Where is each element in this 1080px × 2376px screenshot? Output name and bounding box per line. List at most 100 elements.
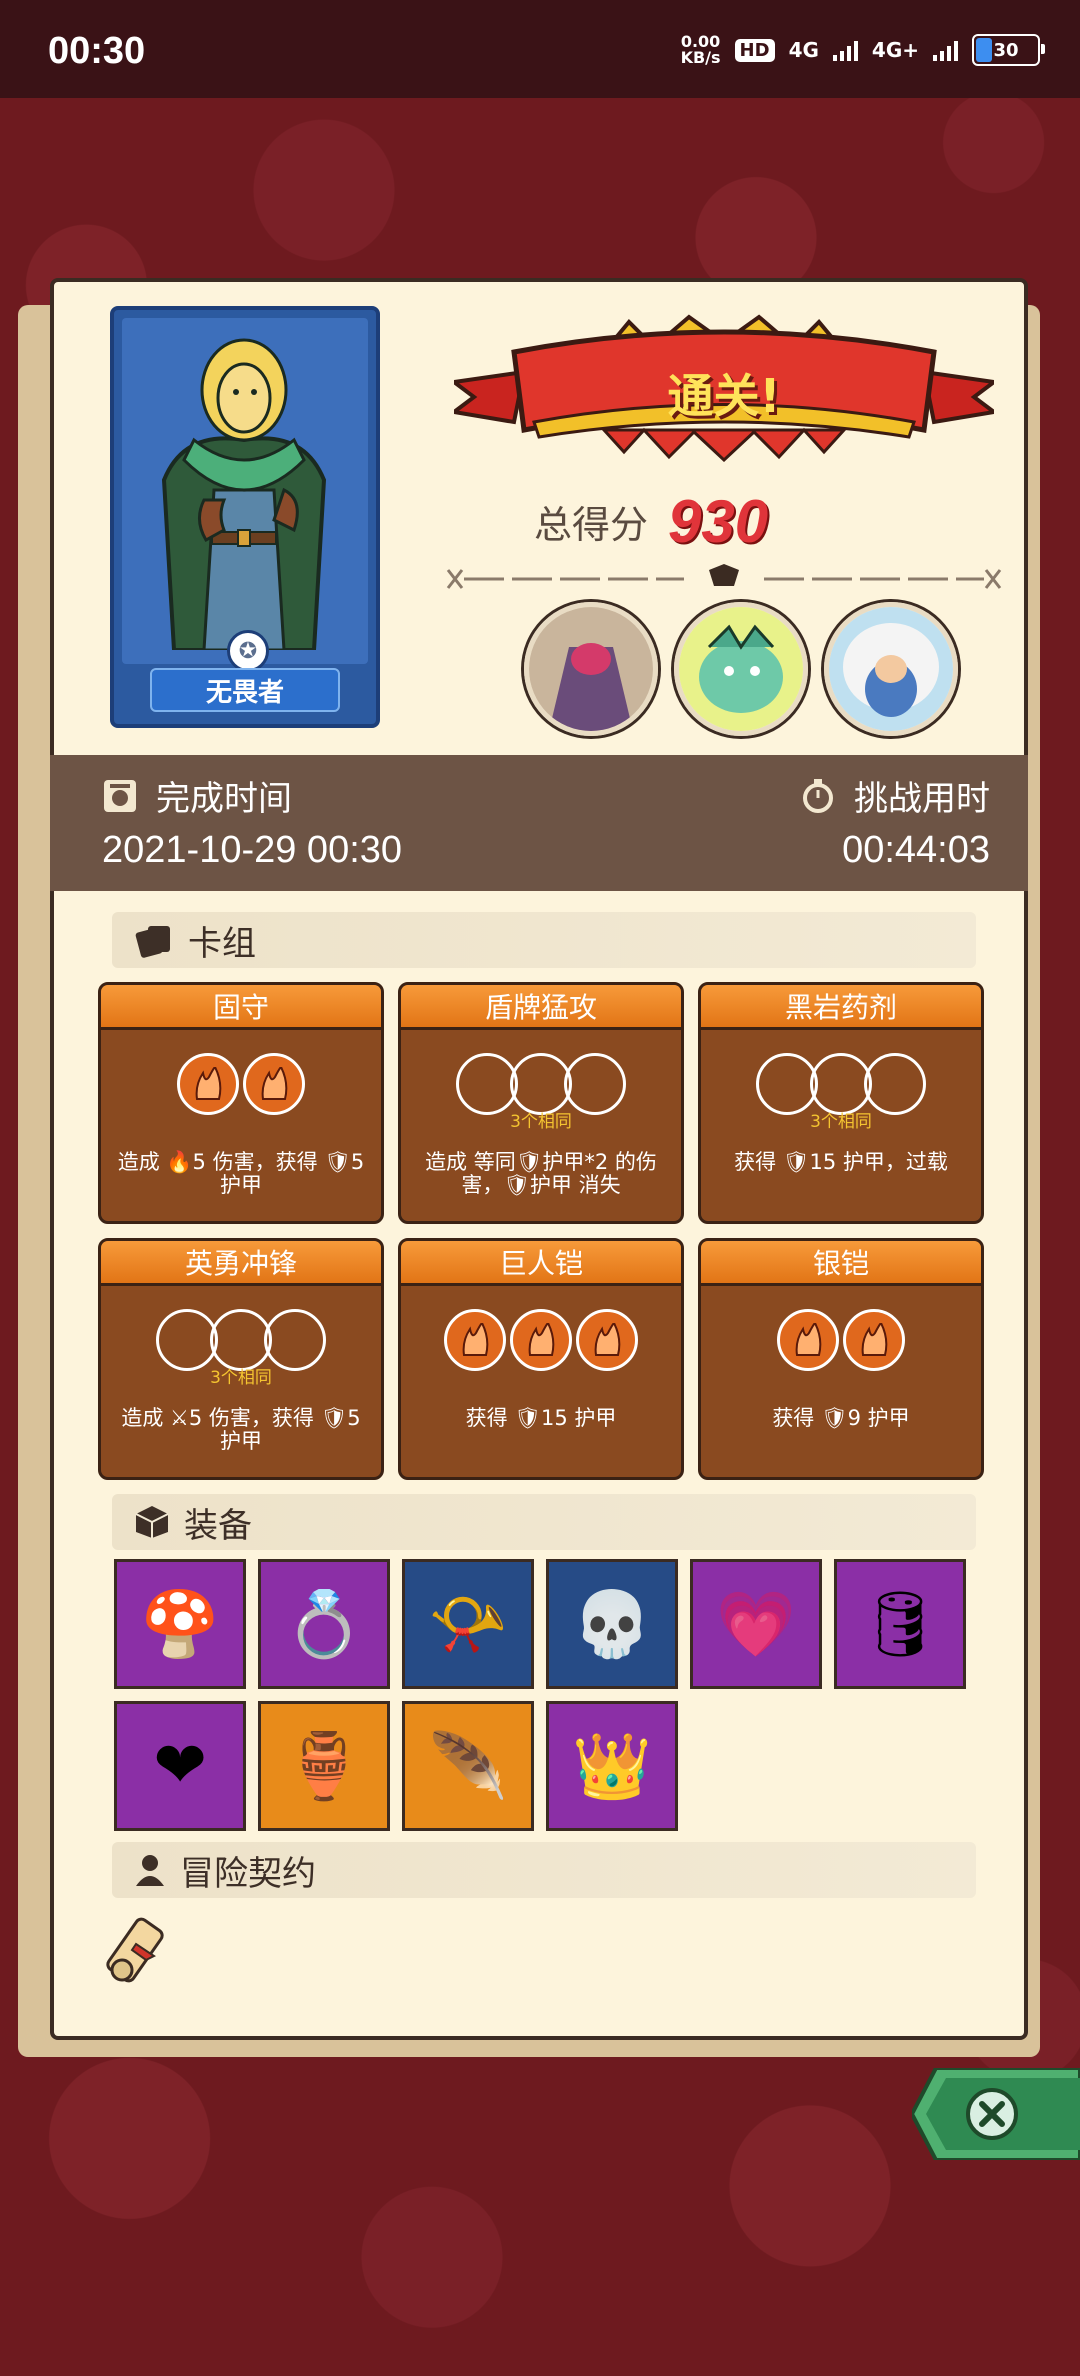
deck-section-title: 卡组 bbox=[188, 923, 256, 964]
card-dice-slots bbox=[401, 1053, 681, 1115]
deck-card[interactable]: 盾牌猛攻 3个相同造成 等同🛡护甲*2 的伤害，🛡护甲 消失 bbox=[398, 982, 684, 1224]
hero-illustration bbox=[161, 338, 327, 650]
card-description: 获得 🛡15 护甲 bbox=[465, 1406, 617, 1430]
card-description: 获得 🛡15 护甲，过载 bbox=[734, 1150, 948, 1174]
card-description: 造成 等同🛡护甲*2 的伤害，🛡护甲 消失 bbox=[425, 1150, 657, 1197]
card-title: 黑岩药剂 bbox=[701, 985, 981, 1030]
card-dice-requirement: 3个相同 bbox=[510, 1112, 572, 1132]
flame-dice-icon bbox=[576, 1309, 638, 1371]
card-title: 盾牌猛攻 bbox=[401, 985, 681, 1030]
network-speed: 0.00 KB/s bbox=[681, 34, 721, 66]
card-description: 造成 ⚔5 伤害，获得 🛡5 护甲 bbox=[121, 1406, 361, 1453]
calendar-icon bbox=[104, 779, 136, 812]
empty-dice-slot bbox=[564, 1053, 626, 1115]
bone-horn-icon[interactable]: 📯 bbox=[402, 1559, 534, 1689]
empty-dice-slot bbox=[756, 1053, 818, 1115]
card-description: 造成 🔥5 伤害，获得 🛡5 护甲 bbox=[117, 1150, 365, 1197]
card-title: 英勇冲锋 bbox=[101, 1241, 381, 1286]
result-panel: ✪ 无畏者 通关! 总得分 930 完成时间 挑战用时 2021-10-29 0… bbox=[50, 278, 1028, 2040]
empty-dice-slot bbox=[810, 1053, 872, 1115]
score-value: 930 bbox=[668, 488, 769, 555]
vase-icon[interactable]: 🏺 bbox=[258, 1701, 390, 1831]
mushroom-icon[interactable]: 🍄 bbox=[114, 1559, 246, 1689]
empty-dice-slot bbox=[456, 1053, 518, 1115]
duration-label-row: 挑战用时 bbox=[800, 771, 990, 820]
equipment-section-title: 装备 bbox=[184, 1505, 252, 1546]
skull-helmet-icon[interactable]: 💀 bbox=[546, 1559, 678, 1689]
card-title: 银铠 bbox=[701, 1241, 981, 1286]
flame-feather-icon[interactable]: 🪶 bbox=[402, 1701, 534, 1831]
flame-dice-icon bbox=[777, 1309, 839, 1371]
boss-yeti-icon bbox=[824, 602, 958, 736]
person-icon bbox=[136, 1855, 164, 1886]
card-dice-slots bbox=[701, 1053, 981, 1115]
heart-amulet-icon[interactable]: 💗 bbox=[690, 1559, 822, 1689]
defeated-bosses bbox=[524, 602, 958, 736]
deck-section-header: 卡组 bbox=[112, 912, 976, 968]
cards-icon bbox=[135, 926, 170, 958]
card-dice-requirement: 3个相同 bbox=[810, 1112, 872, 1132]
scroll-contract-icon[interactable] bbox=[102, 1914, 174, 1994]
card-title: 固守 bbox=[101, 985, 381, 1030]
hero-portrait: ✪ 无畏者 bbox=[110, 306, 380, 728]
duration-value: 00:44:03 bbox=[842, 829, 990, 871]
victory-title: 通关! bbox=[667, 369, 781, 423]
hero-badge-icon: ✪ bbox=[227, 630, 269, 672]
card-dice-slots bbox=[701, 1309, 981, 1371]
empty-dice-slot bbox=[210, 1309, 272, 1371]
card-dice-requirement: 3个相同 bbox=[210, 1368, 272, 1388]
deck-card[interactable]: 银铠获得 🛡9 护甲 bbox=[698, 1238, 984, 1480]
card-title: 巨人铠 bbox=[401, 1241, 681, 1286]
flame-dice-icon bbox=[243, 1053, 305, 1115]
empty-dice-slot bbox=[864, 1053, 926, 1115]
battery-level: 30 bbox=[993, 39, 1019, 61]
card-dice-slots bbox=[101, 1053, 381, 1115]
empty-dice-slot bbox=[510, 1053, 572, 1115]
boss-dragon-icon bbox=[674, 602, 808, 736]
flame-dice-icon bbox=[444, 1309, 506, 1371]
deck-card[interactable]: 固守造成 🔥5 伤害，获得 🛡5 护甲 bbox=[98, 982, 384, 1224]
flame-dice-icon bbox=[177, 1053, 239, 1115]
duration-label: 挑战用时 bbox=[854, 779, 990, 819]
completion-panel: 完成时间 挑战用时 2021-10-29 00:30 00:44:03 bbox=[50, 755, 1028, 891]
score-row: 总得分 930 bbox=[534, 487, 768, 556]
crown-icon[interactable]: 👑 bbox=[546, 1701, 678, 1831]
finish-time-value: 2021-10-29 00:30 bbox=[102, 829, 403, 871]
finish-time-label-row: 完成时间 bbox=[102, 771, 292, 820]
empty-dice-slot bbox=[264, 1309, 326, 1371]
status-bar: 00:30 0.00 KB/s HD 4G 4G+ 30 bbox=[0, 0, 1080, 98]
boss-golem-icon bbox=[524, 602, 658, 736]
contract-section-title: 冒险契约 bbox=[180, 1853, 316, 1894]
network-4g-plus: 4G+ bbox=[871, 38, 919, 62]
hd-icon: HD bbox=[734, 38, 775, 62]
gem-bracer-icon[interactable]: 🛢 bbox=[834, 1559, 966, 1689]
stopwatch-icon bbox=[803, 778, 833, 813]
equipment-grid: 🍄 💍 📯 💀 💗 🛢 ❤ 🏺 🪶 👑 bbox=[114, 1559, 994, 1831]
ring-icon[interactable]: 💍 bbox=[258, 1559, 390, 1689]
speed-unit: KB/s bbox=[680, 48, 721, 67]
finish-time-label: 完成时间 bbox=[156, 779, 292, 819]
card-description: 获得 🛡9 护甲 bbox=[772, 1406, 910, 1430]
hero-name: 无畏者 bbox=[150, 668, 340, 712]
deck-card-grid: 固守 造成 🔥5 伤害，获得 🛡5 护甲 盾牌猛攻 3个相同 造成 等同🛡护甲*2 的伤… bbox=[98, 982, 988, 1480]
equipment-section-header: 装备 bbox=[112, 1494, 976, 1550]
close-button[interactable] bbox=[912, 2068, 1080, 2160]
empty-dice-slot bbox=[156, 1309, 218, 1371]
ornament-divider bbox=[446, 564, 1002, 589]
signal-icon bbox=[832, 39, 858, 61]
heart-card-icon[interactable]: ❤ bbox=[114, 1701, 246, 1831]
score-label: 总得分 bbox=[534, 503, 649, 547]
deck-card[interactable]: 巨人铠获得 🛡15 护甲 bbox=[398, 1238, 684, 1480]
deck-card[interactable]: 英勇冲锋 3个相同造成 ⚔5 伤害，获得 🛡5 护甲 bbox=[98, 1238, 384, 1480]
network-4g: 4G bbox=[788, 38, 819, 62]
status-time: 00:30 bbox=[48, 30, 146, 72]
contract-section-header: 冒险契约 bbox=[112, 1842, 976, 1898]
card-dice-slots bbox=[401, 1309, 681, 1371]
battery-icon: 30 bbox=[972, 34, 1045, 66]
card-dice-slots bbox=[101, 1309, 381, 1371]
status-icons: 0.00 KB/s HD 4G 4G+ 30 bbox=[681, 34, 1045, 66]
flame-dice-icon bbox=[510, 1309, 572, 1371]
deck-card[interactable]: 黑岩药剂 3个相同获得 🛡15 护甲，过载 bbox=[698, 982, 984, 1224]
box-icon bbox=[135, 1506, 169, 1538]
signal-icon-2 bbox=[933, 39, 958, 61]
